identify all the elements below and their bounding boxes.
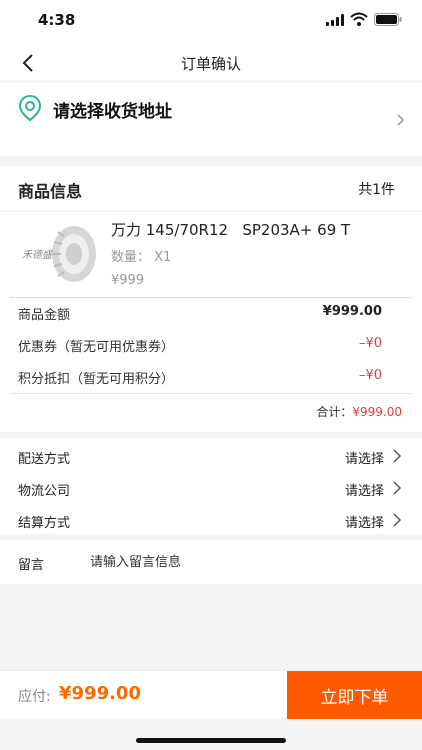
quantity-label: 数量： (111, 250, 151, 265)
goods-section-title: 商品信息 (18, 182, 83, 201)
message-section: 留言 (0, 540, 422, 584)
checkout-bar: 应付: ¥999.00 立即下单 (0, 670, 422, 719)
message-label: 留言 (18, 558, 45, 573)
fee-value: ¥999.00 (322, 304, 382, 319)
address-placeholder: 请选择收货地址 (53, 102, 172, 122)
wifi-icon (350, 12, 368, 26)
status-time: 4:38 (38, 11, 76, 29)
divider (10, 297, 412, 298)
option-payment-method[interactable]: 结算方式 请选择 (0, 503, 422, 535)
nav-bar: 订单确认 (0, 44, 422, 82)
product-quantity: 数量： X1 (111, 246, 171, 265)
goods-header: 商品信息 共1件 (0, 166, 422, 212)
product-title: 万力 145/70R12 SP203A+ 69 T (111, 221, 351, 239)
battery-icon (374, 13, 402, 26)
product-logo-text: 禾德盛 (22, 249, 54, 261)
subtotal-value: ¥999.00 (352, 405, 402, 419)
fee-value: –¥0 (358, 336, 382, 351)
message-input[interactable] (90, 550, 390, 574)
pay-total: ¥999.00 (59, 683, 141, 704)
option-label: 结算方式 (18, 516, 71, 531)
pay-label: 应付: (18, 689, 51, 705)
signal-icon (326, 14, 344, 26)
chevron-right-icon (393, 481, 402, 495)
home-indicator[interactable] (136, 738, 286, 743)
subtotal-label: 合计： (316, 405, 353, 419)
fee-label: 积分抵扣（暂无可用积分） (18, 372, 175, 387)
location-pin-icon (18, 94, 42, 122)
chevron-right-icon (393, 449, 402, 463)
option-label: 配送方式 (18, 452, 71, 467)
option-delivery-method[interactable]: 配送方式 请选择 (0, 439, 422, 471)
fee-row-coupon[interactable]: 优惠券（暂无可用优惠券） –¥0 (0, 332, 422, 358)
submit-order-button[interactable]: 立即下单 (287, 671, 422, 719)
fee-row-goods-amount: 商品金额 ¥999.00 (0, 300, 422, 326)
quantity-value: X1 (154, 250, 172, 265)
product-price: ¥999 (111, 273, 145, 288)
fee-label: 商品金额 (18, 308, 71, 323)
product-image[interactable]: 禾德盛 (18, 222, 98, 286)
fee-label: 优惠券（暂无可用优惠券） (18, 340, 175, 355)
chevron-right-icon (393, 513, 402, 527)
option-value: 请选择 (344, 452, 384, 467)
fee-value: –¥0 (358, 368, 382, 383)
divider (10, 393, 412, 394)
chevron-right-icon (397, 114, 405, 126)
option-value: 请选择 (344, 516, 384, 531)
address-selector[interactable]: 请选择收货地址 (0, 82, 422, 156)
page-title: 订单确认 (180, 55, 241, 73)
order-options: 配送方式 请选择 物流公司 请选择 结算方式 请选择 (0, 438, 422, 534)
option-label: 物流公司 (18, 484, 71, 499)
option-logistics-company[interactable]: 物流公司 请选择 (0, 471, 422, 503)
goods-count: 共1件 (358, 182, 395, 198)
goods-section: 商品信息 共1件 禾德盛 万力 145/70R12 SP203A+ 69 T 数… (0, 166, 422, 432)
option-value: 请选择 (344, 484, 384, 499)
fee-row-points[interactable]: 积分抵扣（暂无可用积分） –¥0 (0, 364, 422, 390)
status-bar: 4:38 (0, 0, 422, 44)
subtotal: 合计：¥999.00 (316, 403, 402, 420)
